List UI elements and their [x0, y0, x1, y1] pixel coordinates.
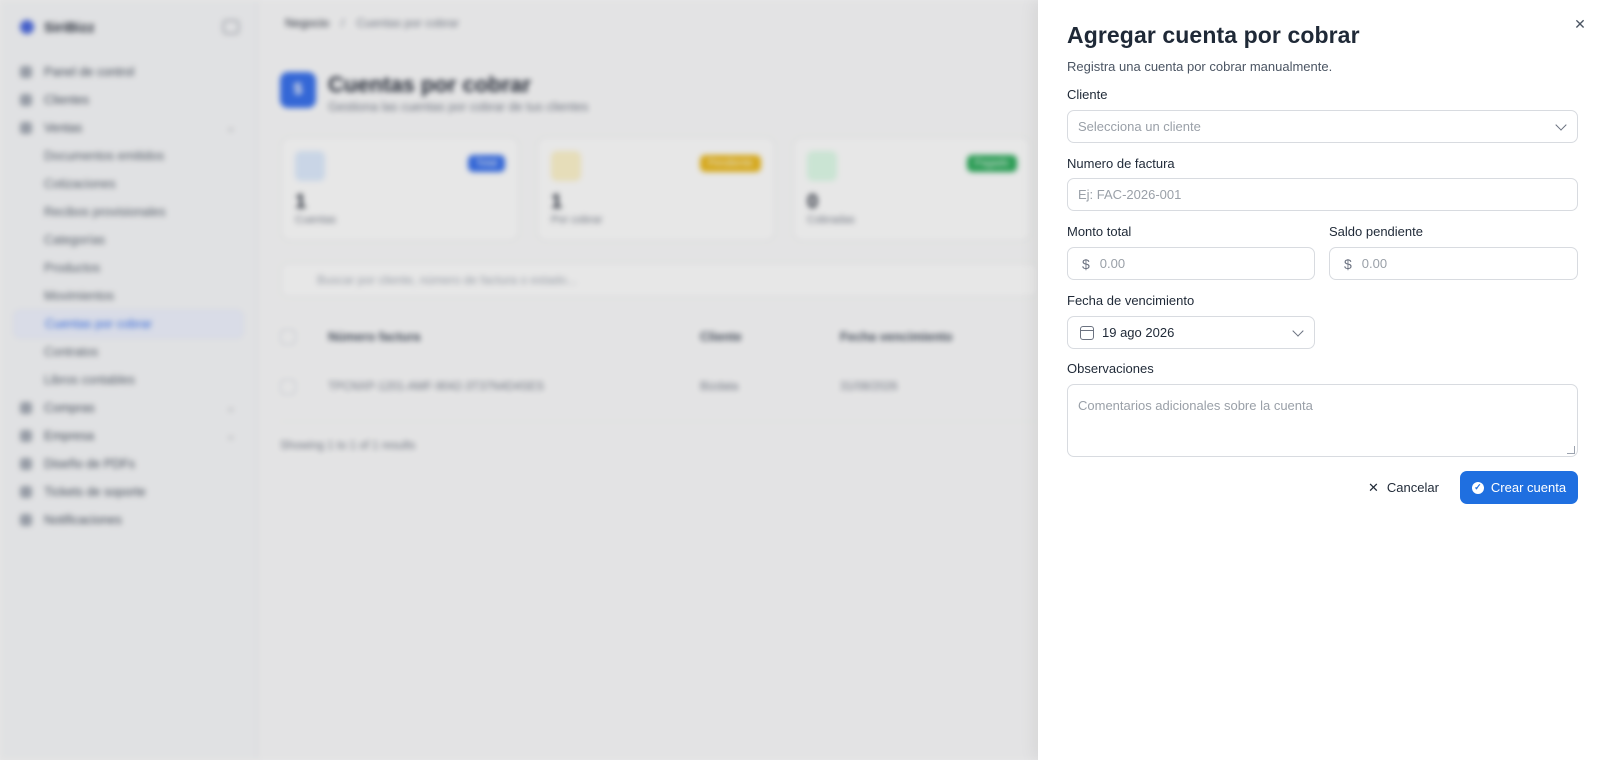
chevron-down-icon — [1292, 325, 1304, 337]
notes-textarea[interactable]: Comentarios adicionales sobre la cuenta — [1067, 384, 1578, 457]
due-date-value: 19 ago 2026 — [1102, 325, 1175, 340]
balance-placeholder: 0.00 — [1361, 256, 1388, 271]
total-placeholder: 0.00 — [1099, 256, 1126, 271]
dollar-icon: $ — [1344, 255, 1352, 272]
client-placeholder: Selecciona un cliente — [1078, 119, 1201, 134]
add-receivable-drawer: ✕ Agregar cuenta por cobrar Registra una… — [1038, 0, 1600, 760]
dollar-icon: $ — [1082, 255, 1090, 272]
cancel-button[interactable]: ✕ Cancelar — [1358, 471, 1449, 504]
invoice-placeholder: Ej: FAC-2026-001 — [1078, 187, 1182, 202]
invoice-input[interactable]: Ej: FAC-2026-001 — [1067, 178, 1578, 211]
close-icon: ✕ — [1368, 479, 1379, 495]
due-date-picker[interactable]: 19 ago 2026 — [1067, 316, 1315, 349]
close-icon[interactable]: ✕ — [1570, 14, 1590, 34]
check-circle-icon: ✓ — [1471, 481, 1484, 494]
total-input[interactable]: $ 0.00 — [1067, 247, 1315, 280]
calendar-icon — [1080, 325, 1094, 340]
create-label: Crear cuenta — [1490, 480, 1567, 495]
notes-placeholder: Comentarios adicionales sobre la cuenta — [1078, 398, 1313, 413]
balance-label: Saldo pendiente — [1329, 224, 1423, 239]
cancel-label: Cancelar — [1386, 480, 1439, 495]
due-date-label: Fecha de vencimiento — [1067, 293, 1195, 308]
balance-input[interactable]: $ 0.00 — [1329, 247, 1578, 280]
drawer-subtitle: Registra una cuenta por cobrar manualmen… — [1067, 59, 1333, 74]
client-select[interactable]: Selecciona un cliente — [1067, 110, 1578, 143]
create-account-button[interactable]: ✓ Crear cuenta — [1460, 471, 1578, 504]
total-label: Monto total — [1067, 224, 1132, 239]
notes-label: Observaciones — [1067, 361, 1154, 376]
chevron-down-icon — [1555, 119, 1567, 131]
client-label: Cliente — [1067, 87, 1108, 102]
invoice-label: Numero de factura — [1067, 156, 1175, 171]
drawer-title: Agregar cuenta por cobrar — [1067, 22, 1360, 48]
resize-handle-icon[interactable] — [1567, 446, 1575, 454]
